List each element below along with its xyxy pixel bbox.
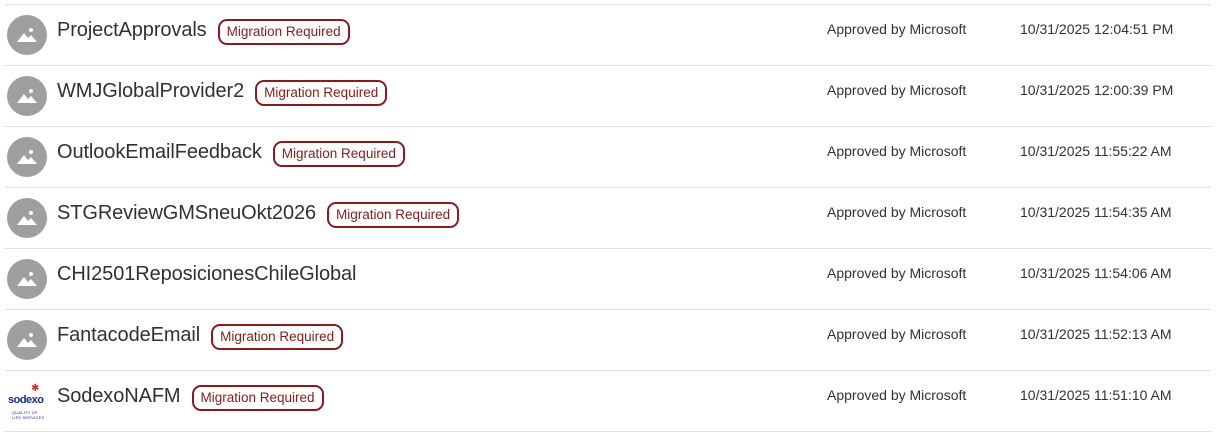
item-status: Approved by Microsoft xyxy=(827,387,967,403)
list-item[interactable]: WMJGlobalProvider2 Migration Required Ap… xyxy=(5,66,1211,127)
item-name-group: STGReviewGMSneuOkt2026 Migration Require… xyxy=(57,188,460,238)
migration-badge: Migration Required xyxy=(211,324,344,350)
item-name-group: FantacodeEmail Migration Required xyxy=(57,310,344,360)
item-name-group: CHI2501ReposicionesChileGlobal xyxy=(57,249,357,299)
migration-badge: Migration Required xyxy=(255,80,388,106)
placeholder-image-icon xyxy=(7,320,47,360)
migration-badge: Migration Required xyxy=(272,141,405,167)
item-modified-date: 10/31/2025 11:51:10 AM xyxy=(1020,387,1172,403)
item-modified-date: 10/31/2025 11:55:22 AM xyxy=(1020,143,1172,159)
item-name-group: ProjectApprovals Migration Required xyxy=(57,5,350,55)
placeholder-image-icon xyxy=(7,137,47,177)
item-status: Approved by Microsoft xyxy=(827,21,967,37)
item-name[interactable]: ProjectApprovals xyxy=(57,19,207,42)
migration-badge: Migration Required xyxy=(217,19,350,45)
item-name-group: OutlookEmailFeedback Migration Required xyxy=(57,127,405,177)
item-status: Approved by Microsoft xyxy=(827,82,967,98)
migration-badge: Migration Required xyxy=(327,202,460,228)
item-modified-date: 10/31/2025 12:04:51 PM xyxy=(1020,21,1174,37)
sodexo-logo-icon: ✱ sodexo QUALITY OF LIFE SERVICES xyxy=(8,383,45,421)
list-item[interactable]: FantacodeEmail Migration Required Approv… xyxy=(5,310,1211,371)
item-status: Approved by Microsoft xyxy=(827,326,967,342)
item-status: Approved by Microsoft xyxy=(827,143,967,159)
item-modified-date: 10/31/2025 11:54:06 AM xyxy=(1020,265,1172,281)
list-item[interactable]: CHI2501ReposicionesChileGlobal Approved … xyxy=(5,249,1211,310)
item-modified-date: 10/31/2025 11:54:35 AM xyxy=(1020,204,1172,220)
item-status: Approved by Microsoft xyxy=(827,204,967,220)
list-item[interactable]: ✱ sodexo QUALITY OF LIFE SERVICES Sodexo… xyxy=(5,371,1211,432)
connector-list: ProjectApprovals Migration Required Appr… xyxy=(5,4,1211,432)
item-name[interactable]: WMJGlobalProvider2 xyxy=(57,80,244,103)
item-modified-date: 10/31/2025 11:52:13 AM xyxy=(1020,326,1172,342)
item-modified-date: 10/31/2025 12:00:39 PM xyxy=(1020,82,1174,98)
item-name[interactable]: CHI2501ReposicionesChileGlobal xyxy=(57,263,357,286)
placeholder-image-icon xyxy=(7,76,47,116)
item-name[interactable]: SodexoNAFM xyxy=(57,385,181,408)
item-name[interactable]: OutlookEmailFeedback xyxy=(57,141,262,164)
list-item[interactable]: OutlookEmailFeedback Migration Required … xyxy=(5,127,1211,188)
migration-badge: Migration Required xyxy=(191,385,324,411)
placeholder-image-icon xyxy=(7,15,47,55)
item-name-group: WMJGlobalProvider2 Migration Required xyxy=(57,66,388,116)
item-name-group: SodexoNAFM Migration Required xyxy=(57,371,324,421)
list-item[interactable]: STGReviewGMSneuOkt2026 Migration Require… xyxy=(5,188,1211,249)
list-item[interactable]: ProjectApprovals Migration Required Appr… xyxy=(5,5,1211,66)
placeholder-image-icon xyxy=(7,198,47,238)
item-name[interactable]: FantacodeEmail xyxy=(57,324,200,347)
placeholder-image-icon xyxy=(7,259,47,299)
item-name[interactable]: STGReviewGMSneuOkt2026 xyxy=(57,202,316,225)
item-status: Approved by Microsoft xyxy=(827,265,967,281)
